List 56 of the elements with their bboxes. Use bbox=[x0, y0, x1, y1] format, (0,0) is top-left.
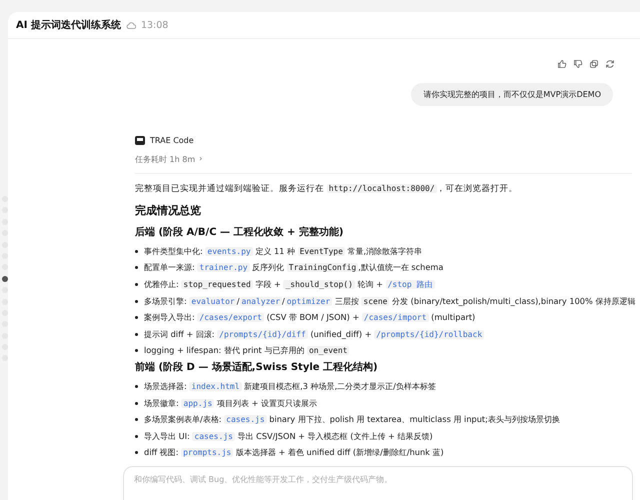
thumbs-down-icon[interactable] bbox=[573, 59, 583, 69]
bullet-icon bbox=[135, 316, 138, 320]
list-item: 场景选择器: index.html 新建项目模态框,3 种场景,二分类才显示正/负样本标签 bbox=[144, 380, 436, 392]
message-input[interactable]: 和你编写代码、调试 Bug、优化性能等开发工作，交付生产级代码产物。 bbox=[123, 466, 633, 500]
bullet-icon bbox=[135, 282, 138, 286]
list-item: logging + lifespan: 替代 print 与已弃用的 on_event bbox=[144, 345, 350, 356]
nav-dot[interactable] bbox=[2, 276, 8, 282]
nav-dot[interactable] bbox=[2, 298, 8, 305]
nav-dot[interactable] bbox=[2, 287, 8, 294]
list-item: 事件类型集中化: events.py 定义 11 种 EventType 常量,消除散落字符串 bbox=[144, 246, 422, 257]
nav-dot[interactable] bbox=[2, 332, 8, 339]
bullet-icon bbox=[135, 300, 138, 303]
task-duration[interactable]: 任务耗时 1h 8m bbox=[135, 154, 196, 165]
bullet-icon bbox=[135, 250, 138, 253]
list-item: 优雅停止: stop_requested 字段 + _should_stop() 轮询 + /stop 路由 bbox=[144, 278, 434, 290]
nav-dot[interactable] bbox=[2, 242, 8, 248]
window-title: AI 提示词迭代训练系统 bbox=[16, 18, 121, 32]
list-item: 提示词 diff + 回滚: /prompts/{id}/diff (unified_diff) + /prompts/{id}/rollback bbox=[144, 328, 484, 340]
nav-dot[interactable] bbox=[2, 344, 8, 350]
bullet-icon bbox=[135, 451, 138, 454]
subsection-heading: 后端 (阶段 A/B/C — 工程化收敛 + 完整功能) bbox=[135, 225, 344, 239]
list-item: 多场景案例表单/表格: cases.js binary 用下拉、polish 用 textarea、multiclass 用 input;表头与列按场景切换 bbox=[144, 414, 560, 426]
bullet-icon bbox=[135, 402, 138, 405]
bullet-icon bbox=[135, 384, 138, 388]
cloud-icon bbox=[126, 22, 136, 28]
nav-dot[interactable] bbox=[2, 310, 8, 316]
nav-dot[interactable] bbox=[2, 264, 8, 270]
paragraph: 完整项目已实现并通过端到端验证。服务运行在 http://localhost:8000/ ，可在浏览器打开。 bbox=[135, 183, 518, 195]
refresh-icon[interactable] bbox=[605, 59, 615, 69]
nav-dot[interactable] bbox=[2, 230, 8, 236]
nav-dot[interactable] bbox=[2, 218, 8, 225]
nav-dot[interactable] bbox=[2, 196, 8, 202]
nav-dot[interactable] bbox=[2, 321, 8, 328]
bullet-icon bbox=[135, 418, 138, 422]
agent-name: TRAE Code bbox=[150, 136, 194, 145]
copy-icon[interactable] bbox=[589, 59, 599, 69]
section-heading: 完成情况总览 bbox=[135, 203, 201, 218]
bullet-icon bbox=[135, 349, 138, 352]
timestamp: 13:08 bbox=[140, 20, 168, 30]
terminal-icon bbox=[135, 136, 145, 145]
bullet-icon bbox=[135, 434, 138, 438]
nav-dot[interactable] bbox=[2, 207, 8, 214]
nav-dot[interactable] bbox=[2, 355, 8, 362]
thumbs-up-icon[interactable] bbox=[557, 59, 567, 69]
bullet-icon bbox=[135, 266, 138, 270]
list-item: 配置单一来源: trainer.py 反序列化 TrainingConfig ,默认值统一在 schema bbox=[144, 262, 444, 274]
list-item: 导入导出 UI: cases.js 导出 CSV/JSON + 导入模态框 (文件上传 + 结果反馈) bbox=[144, 430, 433, 442]
subsection-heading: 前端 (阶段 D — 场景适配,Swiss Style 工程化结构) bbox=[135, 360, 378, 374]
list-item: diff 视图: prompts.js 版本选择器 + 着色 unified diff (新增绿/删除红/hunk 蓝) bbox=[144, 447, 444, 458]
nav-dot[interactable] bbox=[2, 252, 8, 259]
list-item: 场景徽章: app.js 项目列表 + 设置页只读展示 bbox=[144, 398, 317, 409]
bullet-icon bbox=[135, 332, 138, 336]
list-item: 案例导入导出: /cases/export (CSV 带 BOM / JSON) + /cases/import (multipart) bbox=[144, 312, 476, 324]
user-message: 请你实现完整的项目，而不仅仅是MVP演示DEMO bbox=[411, 83, 613, 106]
chevron-icon[interactable]: › bbox=[199, 154, 202, 165]
list-item: 多场景引擎: evaluator / analyzer / optimizer 三层按 scene 分发 (binary/text_polish/multi_class),binary 100% 保持原逻辑 bbox=[144, 296, 636, 307]
